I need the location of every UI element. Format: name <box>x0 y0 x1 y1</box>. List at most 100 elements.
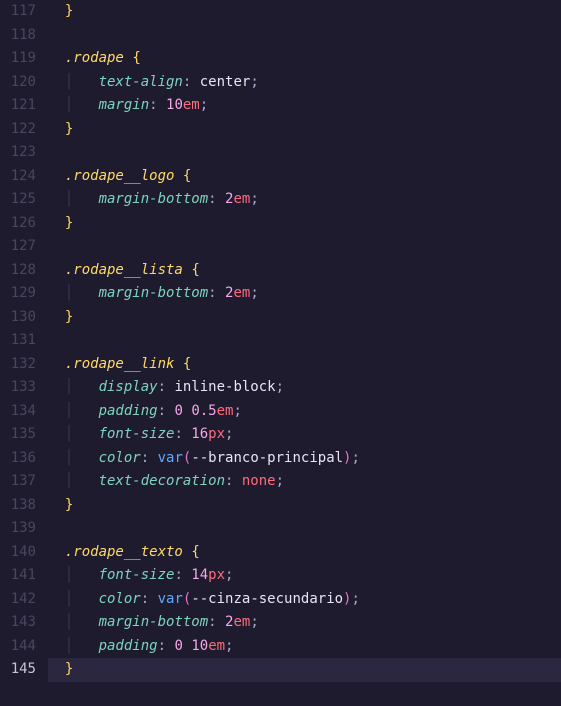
code-line[interactable]: │ text-align: center; <box>48 71 561 95</box>
code-line[interactable]: } <box>48 494 561 518</box>
token-fn: var <box>158 591 183 607</box>
code-line[interactable]: .rodape { <box>48 47 561 71</box>
token-num: 0.5 <box>191 403 216 419</box>
token-val: inline-block <box>174 379 275 395</box>
token-ig: │ <box>65 614 99 630</box>
token-p <box>174 168 182 184</box>
code-line[interactable]: │ display: inline-block; <box>48 376 561 400</box>
token-ig <box>48 591 65 607</box>
token-unit: em <box>233 191 250 207</box>
token-p: ; <box>276 473 284 489</box>
code-line[interactable]: .rodape__logo { <box>48 165 561 189</box>
token-ig <box>48 285 65 301</box>
code-line[interactable]: │ padding: 0 10em; <box>48 635 561 659</box>
token-ig: │ <box>65 638 99 654</box>
token-ig: │ <box>65 74 99 90</box>
token-sel: .rodape__texto <box>65 544 183 560</box>
code-line[interactable]: │ margin-bottom: 2em; <box>48 188 561 212</box>
line-number: 128 <box>0 259 36 283</box>
token-sel: .rodape__lista <box>65 262 183 278</box>
code-line[interactable]: } <box>48 306 561 330</box>
token-ig <box>48 426 65 442</box>
line-number: 139 <box>0 517 36 541</box>
token-ig <box>48 497 65 513</box>
line-number: 124 <box>0 165 36 189</box>
code-line[interactable]: │ color: var(--cinza-secundario); <box>48 588 561 612</box>
token-p: : <box>174 567 191 583</box>
line-number: 138 <box>0 494 36 518</box>
code-line[interactable]: │ padding: 0 0.5em; <box>48 400 561 424</box>
token-ig <box>48 661 65 677</box>
token-p: : <box>208 285 225 301</box>
code-line[interactable]: .rodape__texto { <box>48 541 561 565</box>
token-ig <box>48 50 65 66</box>
code-line[interactable]: │ margin-bottom: 2em; <box>48 611 561 635</box>
token-br: } <box>65 3 73 19</box>
token-unit: em <box>233 285 250 301</box>
token-ig: │ <box>65 473 99 489</box>
line-number: 118 <box>0 24 36 48</box>
token-ig <box>48 262 65 278</box>
code-line[interactable]: │ margin-bottom: 2em; <box>48 282 561 306</box>
token-ig <box>48 450 65 466</box>
token-p: : <box>208 614 225 630</box>
code-line[interactable] <box>48 235 561 259</box>
token-ig: │ <box>65 191 99 207</box>
code-line[interactable]: │ text-decoration: none; <box>48 470 561 494</box>
token-ig <box>48 3 65 19</box>
code-line[interactable] <box>48 517 561 541</box>
token-sel: .rodape__logo <box>65 168 175 184</box>
token-val: --cinza-secundario <box>191 591 343 607</box>
token-ig: │ <box>65 285 99 301</box>
line-number: 121 <box>0 94 36 118</box>
line-number: 122 <box>0 118 36 142</box>
line-number: 144 <box>0 635 36 659</box>
token-num: 16 <box>191 426 208 442</box>
token-prop: font-size <box>99 567 175 583</box>
line-number: 142 <box>0 588 36 612</box>
token-p <box>174 356 182 372</box>
token-ig: │ <box>65 403 99 419</box>
line-number: 133 <box>0 376 36 400</box>
token-p: : <box>174 426 191 442</box>
line-number: 117 <box>0 0 36 24</box>
line-number: 131 <box>0 329 36 353</box>
token-ig <box>48 544 65 560</box>
code-line[interactable]: } <box>48 118 561 142</box>
token-ig: │ <box>65 591 99 607</box>
token-p: : <box>225 473 242 489</box>
line-number: 129 <box>0 282 36 306</box>
token-ig <box>48 473 65 489</box>
token-ig <box>48 191 65 207</box>
token-ig: │ <box>65 450 99 466</box>
token-br: } <box>65 661 73 677</box>
code-area[interactable]: } .rodape { │ text-align: center; │ marg… <box>48 0 561 706</box>
line-number: 137 <box>0 470 36 494</box>
code-line[interactable]: │ font-size: 16px; <box>48 423 561 447</box>
code-line[interactable]: .rodape__link { <box>48 353 561 377</box>
token-p: ; <box>200 97 208 113</box>
token-ig <box>48 168 65 184</box>
token-ig <box>48 567 65 583</box>
code-line[interactable]: } <box>48 658 561 682</box>
line-number: 145 <box>0 658 36 682</box>
token-p: : <box>208 191 225 207</box>
token-num: 10 <box>191 638 208 654</box>
code-line[interactable]: │ font-size: 14px; <box>48 564 561 588</box>
token-br: { <box>191 262 199 278</box>
code-line[interactable] <box>48 24 561 48</box>
token-prop: padding <box>99 403 158 419</box>
token-br: } <box>65 309 73 325</box>
token-p: : <box>149 97 166 113</box>
token-ig <box>48 121 65 137</box>
token-prop: display <box>99 379 158 395</box>
line-number-gutter: 1171181191201211221231241251261271281291… <box>0 0 48 706</box>
code-line[interactable]: } <box>48 0 561 24</box>
token-ig: │ <box>65 379 99 395</box>
code-line[interactable] <box>48 329 561 353</box>
code-line[interactable]: } <box>48 212 561 236</box>
code-line[interactable]: │ color: var(--branco-principal); <box>48 447 561 471</box>
code-line[interactable] <box>48 141 561 165</box>
code-line[interactable]: │ margin: 10em; <box>48 94 561 118</box>
code-line[interactable]: .rodape__lista { <box>48 259 561 283</box>
